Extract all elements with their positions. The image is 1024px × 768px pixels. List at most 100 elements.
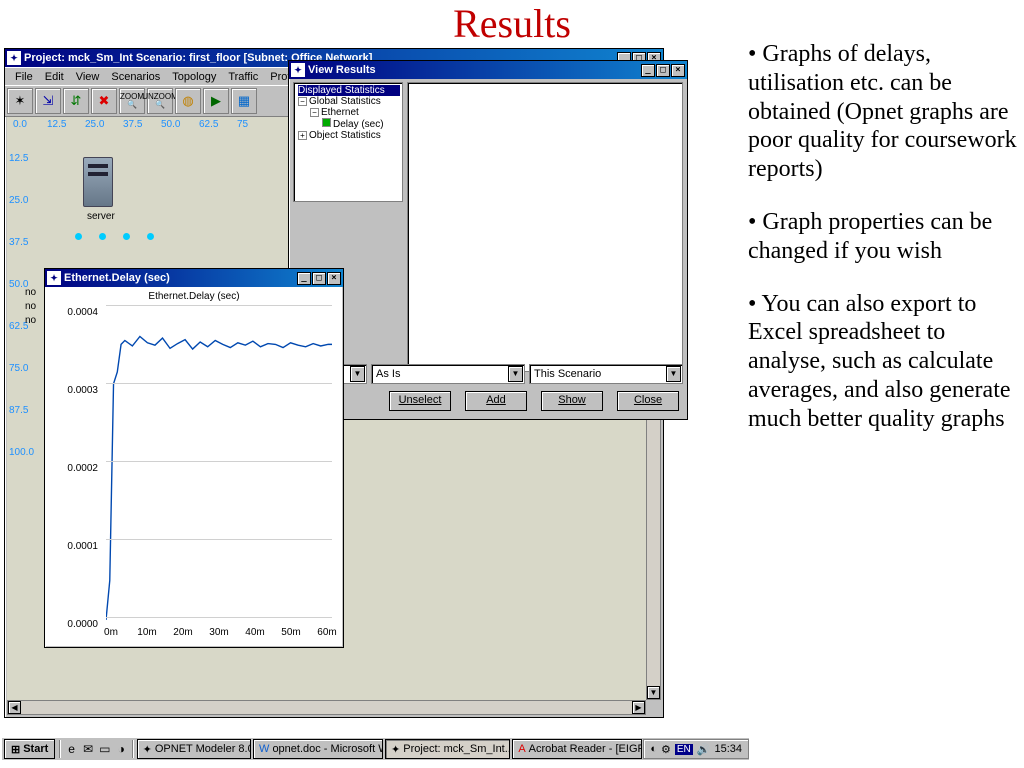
bullet-2: • Graph properties can be changed if you… xyxy=(748,208,1018,266)
tree-expand-icon[interactable]: − xyxy=(310,108,319,117)
opnet-app-icon: ✦ xyxy=(47,271,61,285)
app-icon: A xyxy=(518,743,525,755)
ql-oe-icon[interactable]: ✉ xyxy=(80,740,97,758)
ytick: 0.0003 xyxy=(44,385,98,396)
min-button[interactable]: _ xyxy=(297,272,311,285)
tool-window-icon[interactable]: ▦ xyxy=(231,88,257,114)
select-display-mode[interactable]: As Is ▼ xyxy=(371,364,525,384)
chevron-down-icon[interactable]: ▼ xyxy=(350,366,365,382)
system-tray: ◐ ⚙ EN 🔊 15:34 xyxy=(643,739,749,759)
tool-run-icon[interactable]: ▶ xyxy=(203,88,229,114)
server-label: server xyxy=(87,211,115,222)
close-button[interactable]: Close xyxy=(617,391,679,411)
stats-tree[interactable]: Displayed Statistics −Global Statistics … xyxy=(293,82,403,202)
task-project[interactable]: ✦Project: mck_Sm_Int... xyxy=(385,739,510,759)
bullet-1: • Graphs of delays, utilisation etc. can… xyxy=(748,40,1018,184)
task-opnet[interactable]: ✦OPNET Modeler 8.0 xyxy=(137,739,251,759)
xtick: 40m xyxy=(242,627,268,638)
task-acrobat[interactable]: AAcrobat Reader - [EIGRP... xyxy=(512,739,642,759)
close-button[interactable]: × xyxy=(671,64,685,77)
windows-taskbar: ⊞ Start e ✉ ▭ ◑ ✦OPNET Modeler 8.0 Wopne… xyxy=(2,736,749,760)
app-icon: W xyxy=(259,743,269,755)
tree-ethernet[interactable]: Ethernet xyxy=(321,107,359,118)
ruler-y-0: 12.5 xyxy=(9,153,28,164)
menu-topology[interactable]: Topology xyxy=(166,70,222,84)
tool-open-icon[interactable]: ⇲ xyxy=(35,88,61,114)
min-button[interactable]: _ xyxy=(641,64,655,77)
chevron-down-icon[interactable]: ▼ xyxy=(666,366,681,382)
max-button[interactable]: □ xyxy=(312,272,326,285)
tool-zoom-icon[interactable]: ZOOM🔍 xyxy=(119,88,145,114)
ruler-x-6: 75 xyxy=(237,119,248,130)
node-dot[interactable] xyxy=(99,233,106,240)
tray-lang[interactable]: EN xyxy=(675,744,693,755)
menu-file[interactable]: File xyxy=(9,70,39,84)
show-button[interactable]: Show xyxy=(541,391,603,411)
tool-palette-icon[interactable]: ◍ xyxy=(175,88,201,114)
view-results-titlebar[interactable]: ✦ View Results _ □ × xyxy=(289,61,687,79)
ethernet-delay-window: ✦ Ethernet.Delay (sec) _ □ × Ethernet.De… xyxy=(44,268,344,648)
ql-channel-icon[interactable]: ◑ xyxy=(113,740,130,758)
xtick: 50m xyxy=(278,627,304,638)
menu-traffic[interactable]: Traffic xyxy=(222,70,264,84)
close-button[interactable]: × xyxy=(327,272,341,285)
add-button[interactable]: Add xyxy=(465,391,527,411)
ql-desktop-icon[interactable]: ▭ xyxy=(96,740,113,758)
max-button[interactable]: □ xyxy=(656,64,670,77)
chevron-down-icon[interactable]: ▼ xyxy=(508,366,523,382)
menu-edit[interactable]: Edit xyxy=(39,70,70,84)
tool-new-icon[interactable]: ✶ xyxy=(7,88,33,114)
xtick: 60m xyxy=(314,627,340,638)
node-dot[interactable] xyxy=(123,233,130,240)
ruler-x-2: 25.0 xyxy=(85,119,104,130)
ruler-x-4: 50.0 xyxy=(161,119,180,130)
tray-icon[interactable]: ◐ xyxy=(650,743,657,755)
node-dot[interactable] xyxy=(75,233,82,240)
ql-ie-icon[interactable]: e xyxy=(63,740,80,758)
view-results-selectors: d ▼ As Is ▼ This Scenario ▼ xyxy=(293,363,683,385)
tool-tree-icon[interactable]: ⇵ xyxy=(63,88,89,114)
ruler-y-1: 25.0 xyxy=(9,195,28,206)
tree-delay[interactable]: Delay (sec) xyxy=(333,119,384,130)
tray-icon[interactable]: ⚙ xyxy=(661,743,671,756)
select-scope[interactable]: This Scenario ▼ xyxy=(529,364,683,384)
delay-titlebar[interactable]: ✦ Ethernet.Delay (sec) _ □ × xyxy=(45,269,343,287)
tree-root[interactable]: Displayed Statistics xyxy=(298,85,400,96)
canvas-scrollbar-h[interactable]: ◀ ▶ xyxy=(7,700,646,715)
xtick: 10m xyxy=(134,627,160,638)
view-results-window: ✦ View Results _ □ × Displayed Statistic… xyxy=(288,60,688,420)
task-word[interactable]: Wopnet.doc - Microsoft Word xyxy=(253,739,383,759)
xtick: 0m xyxy=(98,627,124,638)
taskbar-sep xyxy=(59,740,61,758)
view-results-title: View Results xyxy=(308,64,641,76)
opnet-app-icon: ✦ xyxy=(7,51,21,65)
unselect-button[interactable]: Unselect xyxy=(389,391,451,411)
start-button[interactable]: ⊞ Start xyxy=(4,739,55,759)
ruler-x-0: 0.0 xyxy=(13,119,27,130)
tool-graph-icon[interactable]: ✖ xyxy=(91,88,117,114)
ruler-y-5: 75.0 xyxy=(9,363,28,374)
slide-annotations: • Graphs of delays, utilisation etc. can… xyxy=(748,40,1018,458)
menu-scenarios[interactable]: Scenarios xyxy=(105,70,166,84)
menu-view[interactable]: View xyxy=(70,70,106,84)
tool-unzoom-icon[interactable]: UNZOOM🔍 xyxy=(147,88,173,114)
chart-line xyxy=(106,305,332,620)
tree-global[interactable]: Global Statistics xyxy=(309,96,381,107)
tree-check-icon[interactable] xyxy=(322,118,331,127)
scroll-right-icon[interactable]: ▶ xyxy=(632,701,645,714)
node-label: no xyxy=(25,287,36,298)
node-dot[interactable] xyxy=(147,233,154,240)
windows-flag-icon: ⊞ xyxy=(11,743,20,756)
tree-expand-icon[interactable]: − xyxy=(298,97,307,106)
tree-object[interactable]: Object Statistics xyxy=(309,130,381,141)
server-node-icon[interactable] xyxy=(83,157,113,207)
bullet-3: • You can also export to Excel spreadshe… xyxy=(748,290,1018,434)
tree-expand-icon[interactable]: + xyxy=(298,131,307,140)
tray-vol-icon[interactable]: 🔊 xyxy=(697,743,711,756)
scroll-left-icon[interactable]: ◀ xyxy=(8,701,21,714)
taskbar-sep xyxy=(132,740,134,758)
ruler-x-5: 62.5 xyxy=(199,119,218,130)
scroll-down-icon[interactable]: ▼ xyxy=(647,686,660,699)
node-label: no xyxy=(25,301,36,312)
opnet-app-icon: ✦ xyxy=(291,63,305,77)
